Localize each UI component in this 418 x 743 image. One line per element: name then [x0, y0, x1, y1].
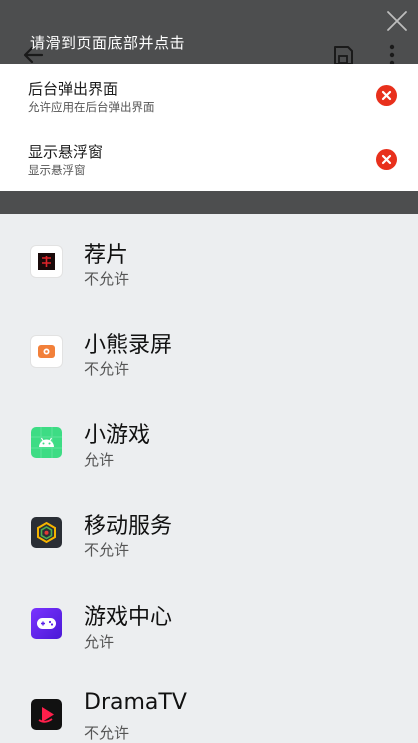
list-item[interactable]: 移动服务 不允许	[0, 485, 418, 575]
app-permission-status: 不允许	[84, 724, 130, 742]
save-icon[interactable]	[332, 44, 354, 66]
jianpian-app-icon	[31, 246, 62, 277]
app-permission-status: 允许	[84, 633, 115, 651]
app-name: 小游戏	[84, 423, 151, 448]
app-permission-status: 允许	[84, 451, 115, 469]
overlay-hint: 请滑到页面底部并点击	[30, 34, 186, 52]
list-item[interactable]: 荐片 不允许	[0, 214, 418, 304]
android-mini-game-icon	[31, 427, 62, 458]
overlay-band	[0, 191, 418, 214]
permission-subtitle: 显示悬浮窗	[28, 163, 86, 177]
app-name: 游戏中心	[84, 605, 173, 630]
app-name: DramaTV	[84, 690, 187, 715]
app-permission-status: 不允许	[84, 270, 130, 288]
dramatv-app-icon	[31, 699, 62, 730]
close-icon[interactable]	[386, 10, 408, 32]
app-name: 移动服务	[84, 514, 173, 539]
list-item[interactable]: 小游戏 允许	[0, 395, 418, 485]
list-item[interactable]: 小熊录屏 不允许	[0, 304, 418, 394]
game-center-app-icon	[31, 608, 62, 639]
permission-title: 显示悬浮窗	[28, 143, 104, 161]
list-item[interactable]: DramaTV 不允许	[0, 667, 418, 743]
top-bar: 请滑到页面底部并点击	[0, 0, 418, 66]
remove-circle-icon[interactable]	[376, 85, 397, 106]
list-item[interactable]: 游戏中心 允许	[0, 576, 418, 666]
app-name: 小熊录屏	[84, 333, 173, 358]
mobile-services-app-icon	[31, 517, 62, 548]
permission-panel: 后台弹出界面 允许应用在后台弹出界面 显示悬浮窗 显示悬浮窗	[0, 64, 418, 191]
permission-title: 后台弹出界面	[28, 80, 119, 98]
permission-subtitle: 允许应用在后台弹出界面	[28, 100, 155, 114]
permission-row-floating-window[interactable]: 显示悬浮窗 显示悬浮窗	[0, 127, 418, 190]
bear-recorder-app-icon	[31, 336, 62, 367]
app-permission-status: 不允许	[84, 360, 130, 378]
more-vertical-icon[interactable]	[385, 44, 399, 66]
permission-row-background-popup[interactable]: 后台弹出界面 允许应用在后台弹出界面	[0, 64, 418, 127]
app-permission-status: 不允许	[84, 541, 130, 559]
remove-circle-icon[interactable]	[376, 149, 397, 170]
app-name: 荐片	[84, 243, 129, 268]
